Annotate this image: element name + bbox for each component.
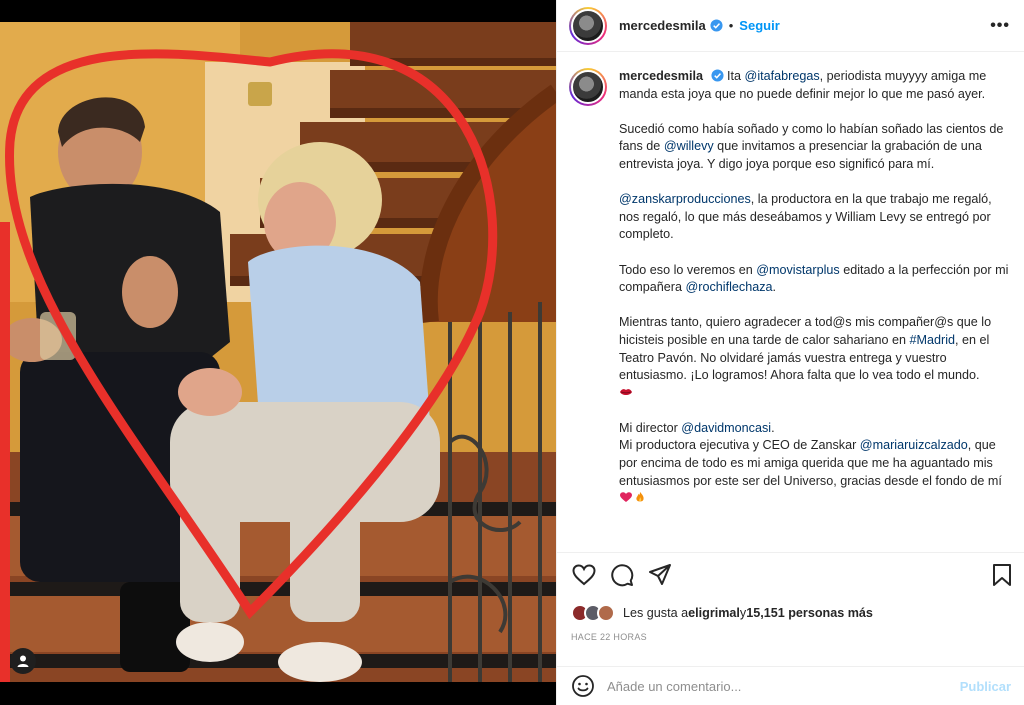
liker-username[interactable]: eligrimal — [688, 606, 740, 620]
hashtag-link[interactable]: #Madrid — [910, 333, 956, 347]
mention-link[interactable]: @mariaruizcalzado — [860, 438, 968, 452]
caption-text-segment: Todo eso lo veremos en — [619, 262, 757, 277]
caption-paragraph-4: Todo eso lo veremos en @movistarplus edi… — [619, 262, 1011, 297]
liker-avatar — [597, 604, 615, 622]
mention-link[interactable]: @davidmoncasi — [681, 421, 771, 435]
caption-author-avatar[interactable] — [569, 68, 607, 106]
post-timestamp[interactable]: HACE 22 HORAS — [571, 632, 647, 642]
tagged-user-icon[interactable] — [10, 648, 36, 674]
caption-text: mercedesmila Ita @itafabregas, periodist… — [619, 68, 1011, 546]
caption-text-segment: Mi director — [619, 420, 682, 435]
author-username[interactable]: mercedesmila — [619, 18, 706, 33]
mention-link[interactable]: @itafabregas — [745, 69, 820, 83]
post-side-panel: mercedesmila • Seguir ••• mercedesmila I… — [556, 0, 1024, 705]
post-caption: mercedesmila Ita @itafabregas, periodist… — [557, 56, 1024, 546]
mention-link[interactable]: @willevy — [664, 139, 714, 153]
caption-text-segment: Mi productora ejecutiva y CEO de Zanskar — [619, 438, 860, 453]
likes-prefix: Les gusta a — [623, 606, 689, 620]
post-photo[interactable] — [0, 0, 556, 705]
flame-emoji-icon — [636, 492, 644, 502]
caption-text-segment: . — [771, 420, 775, 435]
mention-link[interactable]: @movistarplus — [756, 263, 839, 277]
follow-button[interactable]: Seguir — [739, 18, 779, 33]
caption-text-segment: . — [772, 280, 777, 295]
post-actions-bar — [557, 552, 1024, 596]
speech-bubble-icon[interactable] — [609, 562, 635, 588]
caption-verified-badge-icon — [710, 69, 724, 82]
smiley-icon[interactable] — [571, 674, 595, 698]
more-options-button[interactable]: ••• — [990, 17, 1010, 35]
likes-summary: Les gusta a eligrimal y 15,151 personas … — [571, 600, 873, 626]
caption-paragraph-2: Sucedió como había soñado y como lo habí… — [619, 121, 1011, 174]
header-separator: • — [728, 18, 734, 33]
comment-input[interactable] — [607, 678, 960, 694]
verified-badge-icon — [710, 19, 723, 32]
caption-paragraph-6: Mi director @davidmoncasi. Mi productora… — [619, 420, 1011, 508]
caption-paragraph-1: mercedesmila Ita @itafabregas, periodist… — [619, 68, 1011, 103]
red-heart-emoji-icon — [620, 492, 632, 503]
mention-link[interactable]: @rochiflechaza — [686, 280, 773, 294]
lips-emoji-icon — [620, 388, 632, 395]
mention-link[interactable]: @zanskarproducciones — [619, 192, 751, 206]
post-header: mercedesmila • Seguir ••• — [557, 0, 1024, 52]
heart-outline-icon[interactable] — [571, 562, 597, 588]
caption-paragraph-5: Mientras tanto, quiero agradecer a tod@s… — [619, 314, 1011, 402]
comment-box: Publicar — [557, 666, 1024, 705]
caption-text-segment: Ita — [727, 69, 745, 83]
post-comment-button[interactable]: Publicar — [960, 679, 1011, 694]
caption-username[interactable]: mercedesmila — [619, 69, 703, 83]
photo-illustration — [0, 22, 556, 682]
photo-frame — [0, 22, 556, 682]
liker-avatars[interactable] — [571, 604, 615, 622]
likes-count[interactable]: 15,151 personas más — [746, 606, 873, 620]
bookmark-icon[interactable] — [989, 562, 1015, 588]
paper-plane-icon[interactable] — [647, 562, 673, 588]
caption-paragraph-3: @zanskarproducciones, la productora en l… — [619, 191, 1011, 244]
author-avatar[interactable] — [569, 6, 607, 45]
